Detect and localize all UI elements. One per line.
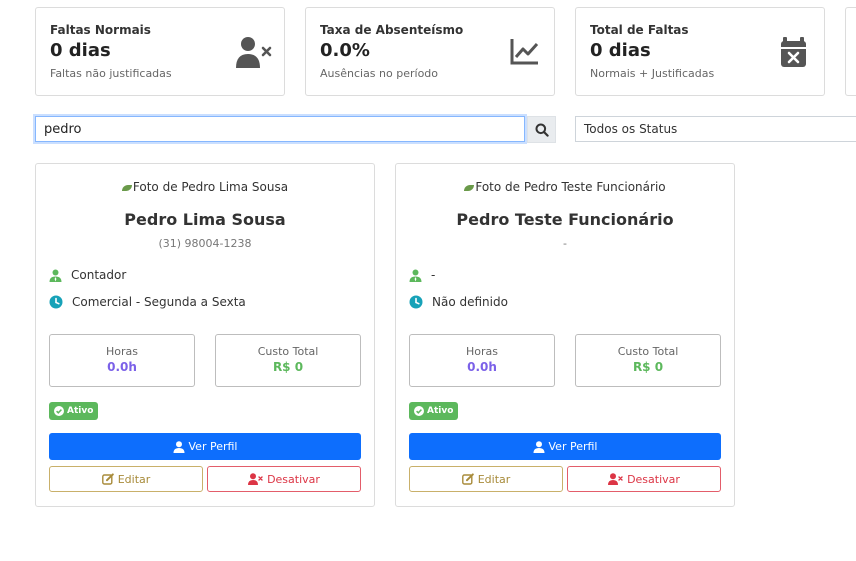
- view-profile-button[interactable]: Ver Perfil: [49, 433, 361, 460]
- clock-icon: [409, 295, 423, 309]
- deactivate-label: Desativar: [627, 472, 680, 486]
- hours-label: Horas: [466, 345, 498, 358]
- check-circle-icon: [54, 406, 64, 416]
- user-tie-icon: [409, 269, 422, 282]
- search-icon: [535, 123, 549, 137]
- user-icon: [173, 440, 184, 453]
- employee-schedule-row: Comercial - Segunda a Sexta: [49, 295, 246, 309]
- user-x-icon: [236, 37, 272, 68]
- hours-box: Horas 0.0h: [49, 334, 195, 387]
- edit-button[interactable]: Editar: [49, 466, 203, 492]
- edit-label: Editar: [477, 472, 511, 486]
- employee-schedule-row: Não definido: [409, 295, 508, 309]
- search-input[interactable]: [35, 116, 525, 142]
- status-filter-value: Todos os Status: [584, 122, 678, 136]
- edit-button[interactable]: Editar: [409, 466, 563, 492]
- line-chart-icon: [510, 39, 539, 65]
- user-icon: [533, 440, 544, 453]
- hours-label: Horas: [106, 345, 138, 358]
- cost-value: R$ 0: [272, 360, 304, 374]
- user-tie-icon: [49, 269, 62, 282]
- user-x-icon: [248, 473, 263, 485]
- employee-photo: Foto de Pedro Lima Sousa: [36, 180, 374, 194]
- edit-label: Editar: [117, 472, 151, 486]
- view-profile-label: Ver Perfil: [188, 440, 238, 453]
- stat-subtitle: Faltas não justificadas: [50, 67, 172, 80]
- clock-icon: [49, 295, 63, 309]
- employee-photo-alt: Foto de Pedro Lima Sousa: [132, 180, 289, 194]
- cost-label: Custo Total: [617, 345, 679, 358]
- employee-schedule: Comercial - Segunda a Sexta: [72, 295, 246, 309]
- deactivate-button[interactable]: Desativar: [207, 466, 361, 492]
- employee-phone: -: [563, 237, 567, 250]
- employee-photo-alt: Foto de Pedro Teste Funcionário: [475, 180, 666, 194]
- deactivate-button[interactable]: Desativar: [567, 466, 721, 492]
- view-profile-button[interactable]: Ver Perfil: [409, 433, 721, 460]
- employee-role-row: -: [409, 268, 435, 282]
- employee-card: Foto de Pedro Teste Funcionário Pedro Te…: [395, 163, 735, 507]
- employee-photo: Foto de Pedro Teste Funcionário: [396, 180, 734, 194]
- cost-label: Custo Total: [257, 345, 319, 358]
- status-label: Ativo: [427, 406, 454, 416]
- deactivate-label: Desativar: [267, 472, 320, 486]
- broken-image-icon: [121, 184, 132, 191]
- hours-value: 0.0h: [107, 360, 137, 374]
- user-x-icon: [608, 473, 623, 485]
- view-profile-label: Ver Perfil: [548, 440, 598, 453]
- edit-icon: [461, 473, 474, 485]
- broken-image-icon: [464, 184, 475, 191]
- cost-box: Custo Total R$ 0: [575, 334, 721, 387]
- stat-card-faltas-normais: Faltas Normais 0 dias Faltas não justifi…: [35, 7, 285, 96]
- stat-card-taxa-absenteismo: Taxa de Absenteísmo 0.0% Ausências no pe…: [305, 7, 555, 96]
- edit-icon: [101, 473, 114, 485]
- status-badge: Ativo: [49, 402, 99, 420]
- stat-card-partial: [845, 7, 856, 96]
- cost-box: Custo Total R$ 0: [215, 334, 361, 387]
- employee-role: -: [431, 268, 436, 282]
- employee-name: Pedro Teste Funcionário: [456, 210, 674, 229]
- stat-subtitle: Ausências no período: [320, 67, 439, 80]
- employee-role: Contador: [71, 268, 127, 282]
- employee-schedule: Não definido: [432, 295, 508, 309]
- employee-phone: (31) 98004-1238: [158, 237, 252, 250]
- status-badge: Ativo: [409, 402, 459, 420]
- hours-box: Horas 0.0h: [409, 334, 555, 387]
- stat-subtitle: Normais + Justificadas: [590, 67, 715, 80]
- employee-name: Pedro Lima Sousa: [124, 210, 286, 229]
- status-filter-select[interactable]: Todos os Status: [575, 116, 856, 142]
- cost-value: R$ 0: [632, 360, 664, 374]
- calendar-x-icon: [781, 37, 806, 67]
- hours-value: 0.0h: [467, 360, 497, 374]
- check-circle-icon: [414, 406, 424, 416]
- employee-role-row: Contador: [49, 268, 126, 282]
- stat-card-total-faltas: Total de Faltas 0 dias Normais + Justifi…: [575, 7, 825, 96]
- employee-card: Foto de Pedro Lima Sousa Pedro Lima Sous…: [35, 163, 375, 507]
- status-label: Ativo: [67, 406, 94, 416]
- search-button[interactable]: [527, 116, 556, 143]
